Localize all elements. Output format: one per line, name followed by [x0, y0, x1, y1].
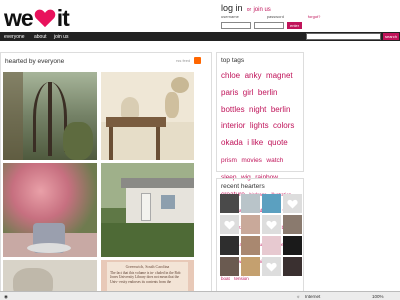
- tag-link[interactable]: berlin: [271, 105, 291, 114]
- rss-label[interactable]: rss feed: [176, 58, 190, 63]
- tag-link[interactable]: movies: [241, 157, 262, 164]
- tag-link[interactable]: quote: [268, 138, 288, 147]
- avatar[interactable]: [220, 215, 239, 234]
- avatar[interactable]: [241, 194, 260, 213]
- forgot-link[interactable]: forgot?: [308, 14, 320, 19]
- avatar[interactable]: [241, 215, 260, 234]
- nav-item-join-us[interactable]: join us: [54, 34, 68, 40]
- avatar[interactable]: [220, 257, 239, 276]
- feed-image-blossom[interactable]: [3, 163, 97, 257]
- tag-link[interactable]: okada: [221, 138, 243, 147]
- tag-link[interactable]: colors: [273, 121, 294, 130]
- tag-link[interactable]: i like: [247, 138, 263, 147]
- heart-icon: [266, 220, 277, 230]
- heart-icon: [34, 9, 55, 28]
- feed-title: hearted by everyone: [5, 58, 65, 65]
- tag-link[interactable]: paris: [221, 88, 238, 97]
- login-title: log in: [221, 3, 243, 13]
- username-field[interactable]: [221, 22, 251, 29]
- nav-bar: everyone about join us: [0, 32, 303, 41]
- tag-link[interactable]: anky: [245, 71, 262, 80]
- page: we it log in or join us username passwor…: [0, 0, 400, 300]
- top-tags-title: top tags: [221, 57, 245, 64]
- zone-label: Internet: [305, 294, 321, 299]
- browser-status-bar: ◉ ☼ Internet 100%: [0, 291, 400, 300]
- avatar[interactable]: [283, 257, 302, 276]
- avatar[interactable]: [241, 236, 260, 255]
- tag-link[interactable]: night: [249, 105, 266, 114]
- heart-icon: [287, 199, 298, 209]
- feed-image-cottage[interactable]: [101, 163, 194, 257]
- tag-link[interactable]: girl: [243, 88, 254, 97]
- site-logo[interactable]: we it: [4, 3, 70, 33]
- avatar[interactable]: [283, 194, 302, 213]
- tag-link[interactable]: magnet: [266, 71, 293, 80]
- login-or: or: [246, 7, 252, 13]
- feed-image-interior[interactable]: [101, 72, 194, 160]
- search-bar: search: [303, 32, 400, 41]
- avatar[interactable]: [262, 194, 281, 213]
- login-form: log in or join us username password forg…: [221, 3, 399, 29]
- password-label: password: [266, 14, 284, 19]
- avatar-grid: [217, 192, 303, 278]
- book-heading: Greenwich, South Carolina: [125, 264, 170, 269]
- password-field[interactable]: [254, 22, 284, 29]
- avatar[interactable]: [262, 257, 281, 276]
- search-button[interactable]: search: [383, 33, 399, 40]
- login-heading: log in or join us: [221, 3, 399, 13]
- tag-link[interactable]: prism: [221, 157, 237, 164]
- heart-icon: [266, 262, 277, 272]
- book-body: The fact that this volume is in- cluded …: [110, 271, 181, 284]
- avatar[interactable]: [241, 257, 260, 276]
- join-link[interactable]: join us: [253, 7, 270, 13]
- avatar[interactable]: [283, 236, 302, 255]
- logo-text-left: we: [4, 4, 34, 31]
- tag-link[interactable]: bottles: [221, 105, 245, 114]
- heart-icon: [224, 220, 235, 230]
- avatar[interactable]: [283, 215, 302, 234]
- avatar[interactable]: [262, 215, 281, 234]
- tag-link[interactable]: interior: [221, 121, 245, 130]
- main-feed: hearted by everyone rss feed Greenwich, …: [0, 52, 212, 300]
- logo-text-right: it: [56, 4, 70, 31]
- nav-item-about[interactable]: about: [34, 34, 47, 40]
- tag-link[interactable]: lights: [250, 121, 269, 130]
- top-tags-box: top tags chloe anky magnet paris girl be…: [216, 52, 304, 280]
- done-icon: ◉: [4, 294, 8, 299]
- feed-image-garden[interactable]: [3, 72, 97, 160]
- tag-link[interactable]: watch: [266, 157, 283, 164]
- avatar[interactable]: [262, 236, 281, 255]
- username-label: username: [221, 14, 239, 19]
- tag-link[interactable]: berlin: [258, 88, 278, 97]
- globe-icon: ☼: [296, 294, 301, 299]
- avatar[interactable]: [220, 236, 239, 255]
- zoom-level[interactable]: 100%: [372, 294, 384, 299]
- rss-icon[interactable]: [194, 57, 201, 64]
- recent-hearters-box: recent hearters: [216, 178, 304, 300]
- recent-hearters-title: recent hearters: [221, 183, 265, 190]
- avatar[interactable]: [220, 194, 239, 213]
- nav-item-everyone[interactable]: everyone: [4, 34, 25, 40]
- enter-button[interactable]: enter: [287, 22, 303, 29]
- search-input[interactable]: [306, 33, 381, 40]
- tag-link[interactable]: chloe: [221, 71, 240, 80]
